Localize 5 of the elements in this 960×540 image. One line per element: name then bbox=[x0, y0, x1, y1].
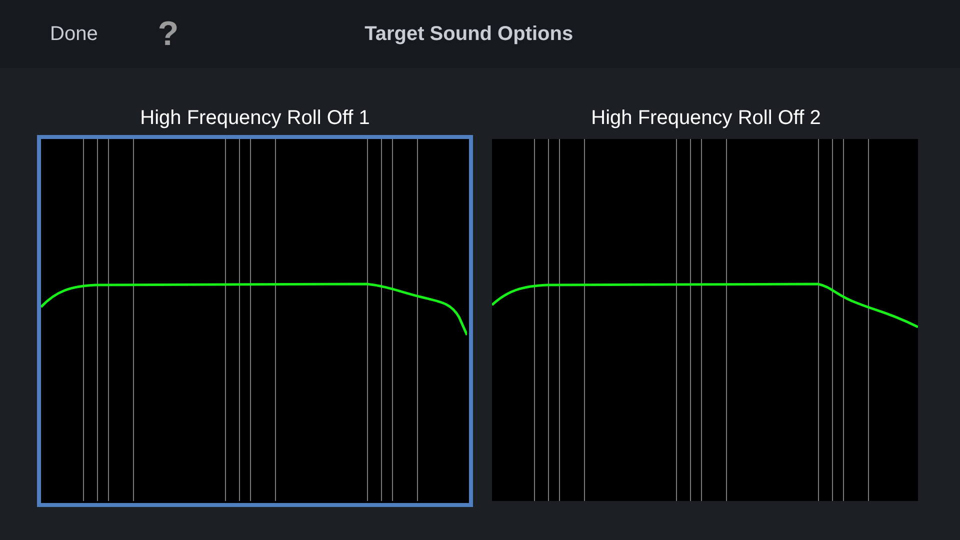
page-title: Target Sound Options bbox=[364, 22, 574, 47]
option-title: High Frequency Roll Off 2 bbox=[591, 106, 821, 130]
help-button[interactable]: ? bbox=[158, 17, 179, 51]
option-title: High Frequency Roll Off 1 bbox=[140, 106, 370, 130]
done-button[interactable]: Done bbox=[50, 19, 98, 49]
